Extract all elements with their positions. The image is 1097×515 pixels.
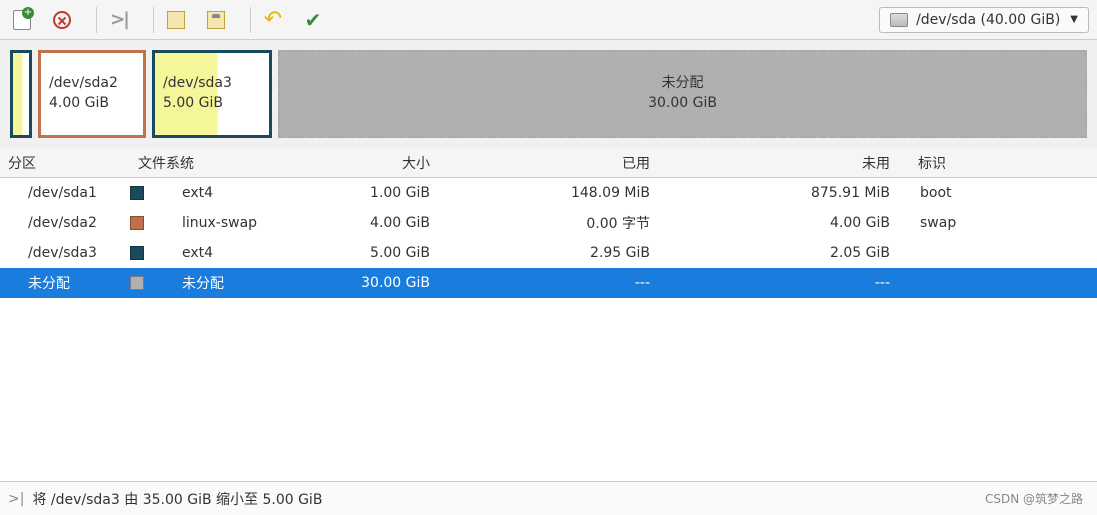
device-label: /dev/sda (40.00 GiB) (916, 12, 1060, 28)
map-block-sda1[interactable] (10, 50, 32, 138)
fs-color-swatch (130, 186, 144, 200)
device-selector[interactable]: /dev/sda (40.00 GiB) ▼ (879, 7, 1089, 33)
col-unused[interactable]: 未用 (690, 153, 910, 173)
cell-partition: 未分配 (0, 273, 130, 293)
cell-partition: /dev/sda3 (0, 245, 130, 261)
map-block-sda2[interactable]: /dev/sda2 4.00 GiB (38, 50, 146, 138)
partition-table-body: /dev/sda1ext41.00 GiB148.09 MiB875.91 Mi… (0, 178, 1097, 298)
cell-partition: /dev/sda2 (0, 215, 130, 231)
undo-icon[interactable]: ↶ (259, 6, 287, 34)
delete-partition-icon[interactable] (48, 6, 76, 34)
cell-size: 1.00 GiB (270, 185, 470, 201)
fs-color-swatch (130, 246, 144, 260)
partition-map: /dev/sda2 4.00 GiB /dev/sda3 5.00 GiB 未分… (0, 40, 1097, 148)
map-block-size: 4.00 GiB (49, 94, 135, 114)
resize-icon[interactable]: >| (105, 6, 133, 34)
table-row[interactable]: /dev/sda3ext45.00 GiB2.95 GiB2.05 GiB (0, 238, 1097, 268)
new-partition-icon[interactable] (8, 6, 36, 34)
table-header: 分区 文件系统 大小 已用 未用 标识 (0, 148, 1097, 178)
cell-used: --- (470, 275, 690, 291)
cell-size: 30.00 GiB (270, 275, 470, 291)
copy-icon[interactable] (162, 6, 190, 34)
separator (153, 7, 154, 33)
cell-size: 5.00 GiB (270, 245, 470, 261)
statusbar: >| 将 /dev/sda3 由 35.00 GiB 缩小至 5.00 GiB (0, 481, 1097, 515)
cell-used: 148.09 MiB (470, 185, 690, 201)
fs-color-swatch (130, 216, 144, 230)
watermark: CSDN @筑梦之路 (985, 490, 1083, 507)
cell-filesystem: ext4 (130, 245, 270, 261)
map-block-size: 5.00 GiB (163, 94, 261, 114)
cell-unused: 4.00 GiB (690, 215, 910, 231)
col-flags[interactable]: 标识 (910, 153, 1097, 173)
apply-icon[interactable]: ✔ (299, 6, 327, 34)
map-block-unallocated[interactable]: 未分配 30.00 GiB (278, 50, 1087, 138)
cell-flags: boot (910, 185, 1097, 201)
map-block-name: /dev/sda3 (163, 74, 261, 94)
cell-unused: 2.05 GiB (690, 245, 910, 261)
cell-unused: 875.91 MiB (690, 185, 910, 201)
table-row[interactable]: /dev/sda2linux-swap4.00 GiB0.00 字节4.00 G… (0, 208, 1097, 238)
hdd-icon (890, 13, 908, 27)
map-block-size: 30.00 GiB (648, 94, 717, 114)
map-block-sda3[interactable]: /dev/sda3 5.00 GiB (152, 50, 272, 138)
dropdown-triangle-icon: ▼ (1070, 14, 1078, 25)
separator (250, 7, 251, 33)
table-row[interactable]: 未分配未分配30.00 GiB------ (0, 268, 1097, 298)
fs-color-swatch (130, 276, 144, 290)
cell-filesystem: linux-swap (130, 215, 270, 231)
col-used[interactable]: 已用 (470, 153, 690, 173)
map-block-name: /dev/sda2 (49, 74, 135, 94)
status-message: 将 /dev/sda3 由 35.00 GiB 缩小至 5.00 GiB (32, 489, 322, 509)
table-row[interactable]: /dev/sda1ext41.00 GiB148.09 MiB875.91 Mi… (0, 178, 1097, 208)
pending-op-icon: >| (8, 491, 24, 507)
cell-flags: swap (910, 215, 1097, 231)
cell-unused: --- (690, 275, 910, 291)
cell-filesystem: 未分配 (130, 273, 270, 293)
separator (96, 7, 97, 33)
map-block-label: 未分配 (662, 74, 704, 94)
cell-used: 2.95 GiB (470, 245, 690, 261)
cell-used: 0.00 字节 (470, 213, 690, 233)
paste-icon[interactable] (202, 6, 230, 34)
col-filesystem[interactable]: 文件系统 (130, 153, 270, 173)
toolbar: >| ↶ ✔ /dev/sda (40.00 GiB) ▼ (0, 0, 1097, 40)
cell-partition: /dev/sda1 (0, 185, 130, 201)
col-partition[interactable]: 分区 (0, 153, 130, 173)
cell-size: 4.00 GiB (270, 215, 470, 231)
col-size[interactable]: 大小 (270, 153, 470, 173)
cell-filesystem: ext4 (130, 185, 270, 201)
